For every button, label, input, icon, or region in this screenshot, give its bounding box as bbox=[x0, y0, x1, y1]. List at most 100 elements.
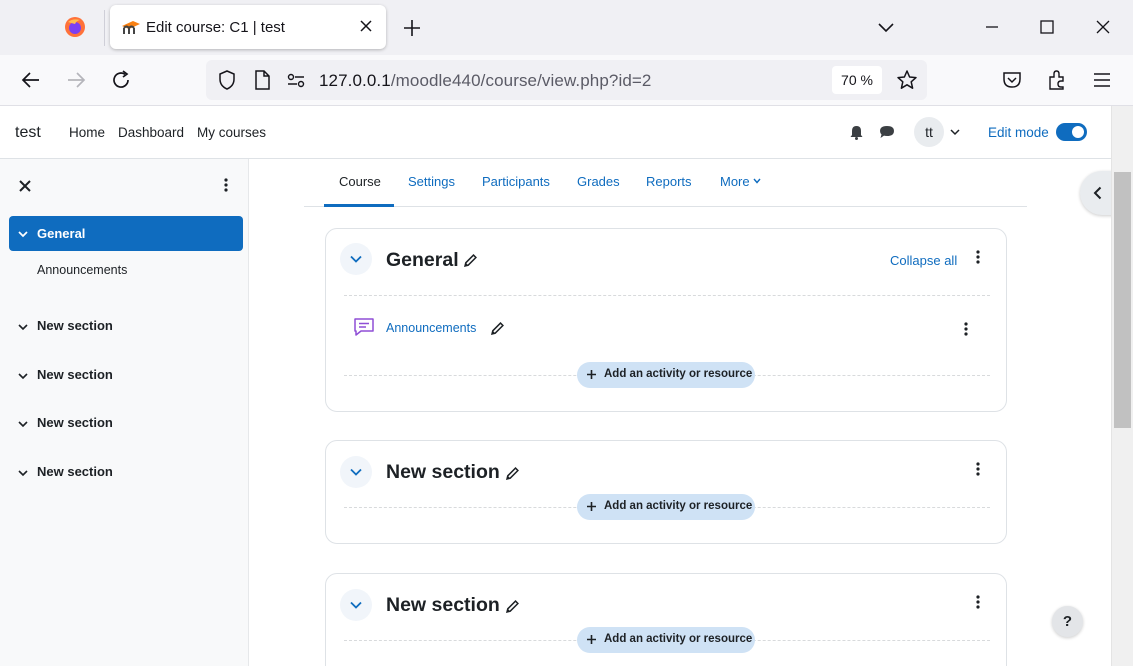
forum-icon bbox=[354, 318, 374, 336]
close-icon[interactable] bbox=[357, 17, 375, 35]
course-section: New section Add an activity or resource bbox=[325, 573, 1007, 666]
section-title[interactable]: New section bbox=[386, 594, 500, 617]
tab-grades[interactable]: Grades bbox=[577, 174, 620, 189]
tab-course[interactable]: Course bbox=[339, 174, 381, 189]
close-window-icon[interactable] bbox=[1094, 18, 1112, 36]
course-index-section[interactable]: New section bbox=[0, 360, 249, 390]
course-index-section-label: New section bbox=[37, 367, 113, 382]
browser-tab-bar: Edit course: C1 | test bbox=[0, 0, 1133, 55]
chevron-down-icon[interactable] bbox=[18, 230, 28, 238]
course-index-item-announcements[interactable]: Announcements bbox=[37, 263, 127, 277]
section-collapse-toggle[interactable] bbox=[340, 456, 372, 488]
pencil-edit-icon[interactable] bbox=[505, 466, 520, 481]
nav-link-home[interactable]: Home bbox=[69, 125, 105, 140]
course-index-drawer: General Announcements New section New se… bbox=[0, 159, 249, 666]
tab-participants[interactable]: Participants bbox=[482, 174, 550, 189]
course-index-section-label: General bbox=[37, 226, 86, 241]
edit-mode-toggle[interactable] bbox=[1056, 123, 1087, 141]
forward-icon[interactable] bbox=[65, 69, 87, 91]
site-name[interactable]: test bbox=[15, 124, 41, 142]
add-activity-button[interactable]: Add an activity or resource bbox=[577, 627, 755, 653]
add-activity-label: Add an activity or resource bbox=[604, 368, 753, 380]
minimize-icon[interactable] bbox=[983, 18, 1001, 36]
section-collapse-toggle[interactable] bbox=[340, 243, 372, 275]
permissions-icon[interactable] bbox=[285, 69, 307, 91]
user-avatar[interactable]: tt bbox=[914, 117, 944, 147]
course-index-section[interactable]: New section bbox=[0, 408, 249, 438]
messages-chat-icon[interactable] bbox=[879, 124, 895, 140]
menu-icon[interactable] bbox=[1091, 69, 1113, 91]
chevron-down-icon bbox=[350, 601, 362, 609]
collapse-all-link[interactable]: Collapse all bbox=[890, 253, 957, 268]
chevron-down-icon[interactable] bbox=[18, 420, 28, 428]
nav-link-my-courses[interactable]: My courses bbox=[197, 125, 266, 140]
chevron-down-icon[interactable] bbox=[950, 128, 960, 136]
kebab-menu-icon[interactable] bbox=[975, 461, 981, 477]
section-divider bbox=[344, 295, 990, 296]
tab-more[interactable]: More bbox=[720, 174, 761, 189]
maximize-icon[interactable] bbox=[1038, 18, 1056, 36]
add-activity-label: Add an activity or resource bbox=[604, 500, 753, 512]
kebab-menu-icon[interactable] bbox=[963, 321, 969, 337]
tab-reports[interactable]: Reports bbox=[646, 174, 692, 189]
tab-separator bbox=[104, 10, 105, 46]
kebab-menu-icon[interactable] bbox=[975, 249, 981, 265]
main-content: Course Settings Participants Grades Repo… bbox=[249, 159, 1111, 666]
back-icon[interactable] bbox=[20, 69, 42, 91]
page-scrollbar[interactable] bbox=[1111, 106, 1133, 666]
activity-link-announcements[interactable]: Announcements bbox=[386, 321, 476, 335]
pocket-icon[interactable] bbox=[1001, 69, 1023, 91]
nav-link-dashboard[interactable]: Dashboard bbox=[118, 125, 184, 140]
plus-icon bbox=[587, 502, 596, 511]
tab-more-label: More bbox=[720, 174, 750, 189]
url-host: 127.0.0.1 bbox=[319, 71, 391, 90]
chevron-down-icon[interactable] bbox=[18, 372, 28, 380]
kebab-menu-icon[interactable] bbox=[222, 177, 230, 193]
course-index-section[interactable]: New section bbox=[0, 457, 249, 487]
course-index-section-label: New section bbox=[37, 415, 113, 430]
section-collapse-toggle[interactable] bbox=[340, 589, 372, 621]
pencil-edit-icon[interactable] bbox=[463, 253, 478, 268]
plus-icon bbox=[587, 635, 596, 644]
zoom-level-badge[interactable]: 70 % bbox=[832, 66, 882, 94]
plus-icon[interactable] bbox=[402, 18, 422, 38]
course-index-section[interactable]: New section bbox=[0, 311, 249, 341]
chevron-down-icon[interactable] bbox=[877, 18, 895, 36]
page-icon[interactable] bbox=[251, 69, 273, 91]
help-button[interactable]: ? bbox=[1052, 606, 1083, 637]
course-index-section-label: New section bbox=[37, 464, 113, 479]
chevron-down-icon[interactable] bbox=[18, 469, 28, 477]
kebab-menu-icon[interactable] bbox=[975, 594, 981, 610]
add-activity-label: Add an activity or resource bbox=[604, 633, 753, 645]
course-index-section-label: New section bbox=[37, 318, 113, 333]
browser-tab[interactable]: Edit course: C1 | test bbox=[110, 5, 386, 49]
secondary-navigation: Course Settings Participants Grades Repo… bbox=[304, 159, 1027, 207]
browser-nav-bar: 127.0.0.1/moodle440/course/view.php?id=2… bbox=[0, 55, 1133, 106]
edit-mode-label: Edit mode bbox=[988, 125, 1049, 140]
close-drawer-icon[interactable] bbox=[18, 179, 32, 193]
pencil-edit-icon[interactable] bbox=[490, 321, 505, 336]
reload-icon[interactable] bbox=[110, 69, 132, 91]
url-text[interactable]: 127.0.0.1/moodle440/course/view.php?id=2 bbox=[319, 71, 651, 91]
section-title[interactable]: General bbox=[386, 249, 459, 272]
shield-icon[interactable] bbox=[216, 69, 238, 91]
url-path: /moodle440/course/view.php?id=2 bbox=[390, 71, 652, 90]
add-activity-button[interactable]: Add an activity or resource bbox=[577, 494, 755, 520]
chevron-left-icon bbox=[1093, 186, 1102, 200]
course-section: New section Add an activity or resource bbox=[325, 440, 1007, 544]
toggle-knob bbox=[1072, 126, 1084, 138]
star-icon[interactable] bbox=[896, 69, 918, 91]
pencil-edit-icon[interactable] bbox=[505, 599, 520, 614]
notifications-bell-icon[interactable] bbox=[849, 125, 864, 140]
firefox-logo-icon[interactable] bbox=[64, 16, 86, 38]
chevron-down-icon bbox=[350, 468, 362, 476]
url-bar[interactable]: 127.0.0.1/moodle440/course/view.php?id=2… bbox=[206, 60, 927, 100]
tab-settings[interactable]: Settings bbox=[408, 174, 455, 189]
chevron-down-icon bbox=[350, 255, 362, 263]
section-title[interactable]: New section bbox=[386, 461, 500, 484]
chevron-down-icon[interactable] bbox=[18, 323, 28, 331]
course-index-section-general[interactable]: General bbox=[9, 216, 243, 251]
scrollbar-thumb[interactable] bbox=[1114, 172, 1131, 428]
add-activity-button[interactable]: Add an activity or resource bbox=[577, 362, 755, 388]
extensions-icon[interactable] bbox=[1046, 69, 1068, 91]
